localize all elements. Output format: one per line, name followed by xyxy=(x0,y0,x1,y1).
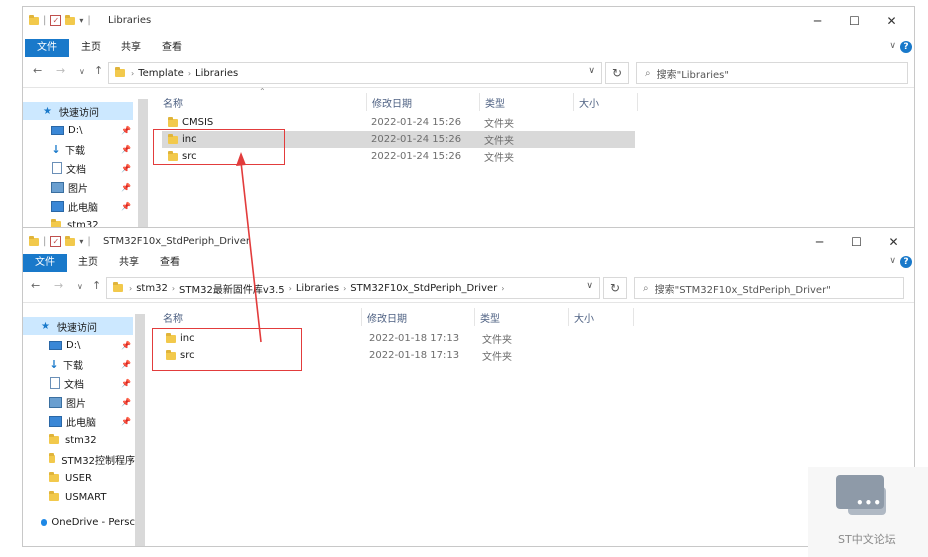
st-forum-watermark: ••• ST中文论坛 xyxy=(808,467,928,557)
ellipsis-icon: ••• xyxy=(856,496,883,510)
arrow-line xyxy=(240,161,262,343)
watermark-text: ST中文论坛 xyxy=(838,533,896,546)
annotation-arrow xyxy=(236,152,262,343)
arrow-head xyxy=(236,152,246,166)
